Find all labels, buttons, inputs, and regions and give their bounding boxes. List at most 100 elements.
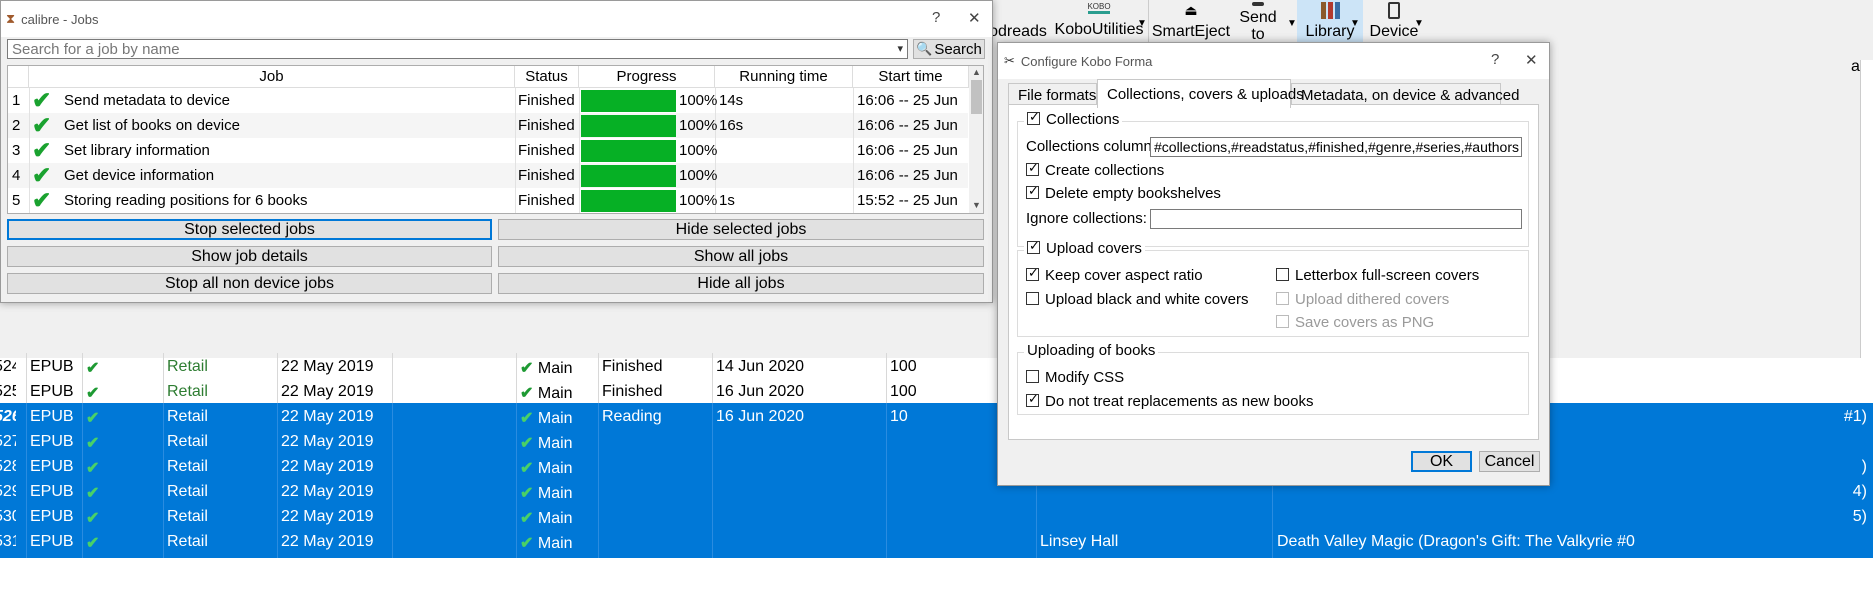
show-job-details-button[interactable]: Show job details: [7, 246, 492, 267]
format-cell: EPUB: [30, 433, 74, 450]
job-search-input[interactable]: Search for a job by name ▾: [7, 39, 908, 59]
running-time-column-header[interactable]: Running time: [715, 66, 853, 88]
book-row[interactable]: 531 EPUB ✔ Retail 22 May 2019 ✔ Main Linsey Ha…: [0, 528, 1873, 558]
modify-css-option[interactable]: Modify CSS: [1026, 369, 1124, 386]
job-row[interactable]: 2 ✔ Get list of books on device Finished 100…: [8, 113, 968, 138]
start-time-column-header[interactable]: Start time: [853, 66, 969, 88]
job-name: Storing reading positions for 6 books: [64, 192, 308, 209]
modify-css-checkbox[interactable]: [1026, 370, 1039, 383]
collections-checkbox[interactable]: [1027, 109, 1040, 125]
row-number-header: [8, 66, 29, 88]
column-divider: [579, 113, 580, 138]
status-cell: Finished: [602, 383, 663, 400]
column-divider: [29, 188, 30, 213]
close-icon[interactable]: ✕: [968, 9, 981, 27]
help-icon[interactable]: ?: [932, 9, 940, 26]
column-divider: [598, 528, 599, 558]
progress-bar: [581, 190, 676, 212]
collections-group-title[interactable]: Collections: [1024, 109, 1123, 128]
format-cell: EPUB: [30, 508, 74, 525]
kobo-device-icon: [1388, 2, 1400, 19]
create-collections-option[interactable]: Create collections: [1026, 160, 1165, 179]
device-menu-arrow[interactable]: ▼: [1414, 18, 1424, 29]
create-collections-checkbox[interactable]: [1026, 160, 1039, 176]
hide-selected-jobs-button[interactable]: Hide selected jobs: [498, 219, 984, 240]
column-divider: [29, 88, 30, 113]
job-search-placeholder: Search for a job by name: [12, 41, 180, 58]
start-time: 16:06 -- 25 Jun: [857, 167, 958, 184]
id-cell: 530: [0, 508, 16, 525]
title-cell: #1): [1843, 408, 1867, 425]
ok-button[interactable]: OK: [1411, 451, 1472, 472]
cancel-button[interactable]: Cancel: [1479, 451, 1540, 472]
create-collections-label: Create collections: [1045, 162, 1165, 179]
job-row[interactable]: 4 ✔ Get device information Finished 100% 16:0…: [8, 163, 968, 188]
status-cell: Finished: [602, 358, 663, 375]
scroll-up-icon[interactable]: ▲: [972, 67, 981, 77]
letterbox-option[interactable]: Letterbox full-screen covers: [1276, 267, 1479, 284]
upload-covers-group-title[interactable]: Upload covers: [1024, 238, 1145, 257]
hide-all-jobs-button[interactable]: Hide all jobs: [498, 273, 984, 294]
upload-covers-checkbox[interactable]: [1027, 238, 1040, 254]
close-icon[interactable]: ✕: [1525, 51, 1538, 69]
job-name: Set library information: [64, 142, 210, 159]
check-icon: ✔: [86, 510, 100, 527]
library-menu-arrow[interactable]: ▼: [1350, 18, 1360, 29]
job-column-header[interactable]: Job: [29, 66, 515, 88]
location-cell: ✔ Main: [520, 358, 573, 378]
location-cell: ✔ Main: [520, 458, 573, 478]
title-cell: Death Valley Magic (Dragon's Gift: The V…: [1277, 533, 1635, 550]
column-divider: [853, 88, 854, 113]
keep-aspect-option[interactable]: Keep cover aspect ratio: [1026, 265, 1203, 284]
id-cell: 525: [0, 383, 16, 400]
letterbox-checkbox[interactable]: [1276, 268, 1289, 281]
column-divider: [515, 163, 516, 188]
status-column-header[interactable]: Status: [515, 66, 579, 88]
collections-columns-field[interactable]: #collections,#readstatus,#finished,#genr…: [1150, 137, 1522, 157]
koboutilities-menu-arrow[interactable]: ▼: [1137, 18, 1147, 29]
job-row[interactable]: 5 ✔ Storing reading positions for 6 books F…: [8, 188, 968, 213]
progress-fill: [581, 190, 676, 212]
check-icon: ✔: [520, 485, 538, 502]
ignore-collections-field[interactable]: [1150, 209, 1522, 229]
retail-cell: Retail: [167, 483, 208, 500]
show-all-jobs-button[interactable]: Show all jobs: [498, 246, 984, 267]
no-replace-checkbox[interactable]: [1026, 391, 1039, 407]
column-divider: [515, 138, 516, 163]
jobs-scrollbar[interactable]: ▲ ▼: [969, 66, 983, 213]
column-divider: [579, 163, 580, 188]
dithered-covers-option: Upload dithered covers: [1276, 291, 1449, 308]
send-to-device-menu-arrow[interactable]: ▼: [1287, 18, 1297, 29]
collections-columns-label: Collections columns:: [1026, 138, 1164, 155]
start-time: 16:06 -- 25 Jun: [857, 92, 958, 109]
black-white-covers-checkbox[interactable]: [1026, 292, 1039, 305]
stop-selected-jobs-button[interactable]: Stop selected jobs: [7, 219, 492, 240]
black-white-covers-label: Upload black and white covers: [1045, 291, 1249, 308]
keep-aspect-checkbox[interactable]: [1026, 265, 1039, 281]
uploading-books-title: Uploading of books: [1024, 342, 1159, 359]
job-row[interactable]: 3 ✔ Set library information Finished 100% 16:…: [8, 138, 968, 163]
no-replace-option[interactable]: Do not treat replacements as new books: [1026, 391, 1313, 410]
kobo-titlebar: ✂ Configure Kobo Forma ? ✕: [998, 43, 1549, 79]
black-white-covers-option[interactable]: Upload black and white covers: [1026, 291, 1248, 308]
search-button[interactable]: 🔍 Search: [913, 39, 985, 59]
location-cell: ✔ Main: [520, 508, 573, 528]
tab-collections-covers-uploads[interactable]: Collections, covers & uploads: [1097, 79, 1304, 108]
stop-non-device-jobs-button[interactable]: Stop all non device jobs: [7, 273, 492, 294]
modify-css-label: Modify CSS: [1045, 369, 1125, 386]
jobs-table[interactable]: Job Status Progress Running time Start t…: [7, 65, 984, 214]
job-row[interactable]: 1 ✔ Send metadata to device Finished 100% 14s…: [8, 88, 968, 113]
delete-bookshelves-option[interactable]: Delete empty bookshelves: [1026, 183, 1221, 202]
scroll-down-icon[interactable]: ▼: [972, 200, 981, 210]
column-divider: [29, 163, 30, 188]
start-time: 15:52 -- 25 Jun: [857, 192, 958, 209]
scroll-thumb[interactable]: [971, 80, 982, 114]
title-cell: 4): [1852, 483, 1867, 500]
progress-bar: [581, 115, 676, 137]
progress-column-header[interactable]: Progress: [579, 66, 715, 88]
dithered-covers-label: Upload dithered covers: [1295, 291, 1450, 308]
chevron-down-icon[interactable]: ▾: [897, 42, 903, 55]
help-icon[interactable]: ?: [1491, 51, 1499, 68]
delete-bookshelves-checkbox[interactable]: [1026, 183, 1039, 199]
book-list[interactable]: 524 EPUB ✔ Retail 22 May 2019 ✔ Main Finished 1…: [0, 353, 1873, 599]
